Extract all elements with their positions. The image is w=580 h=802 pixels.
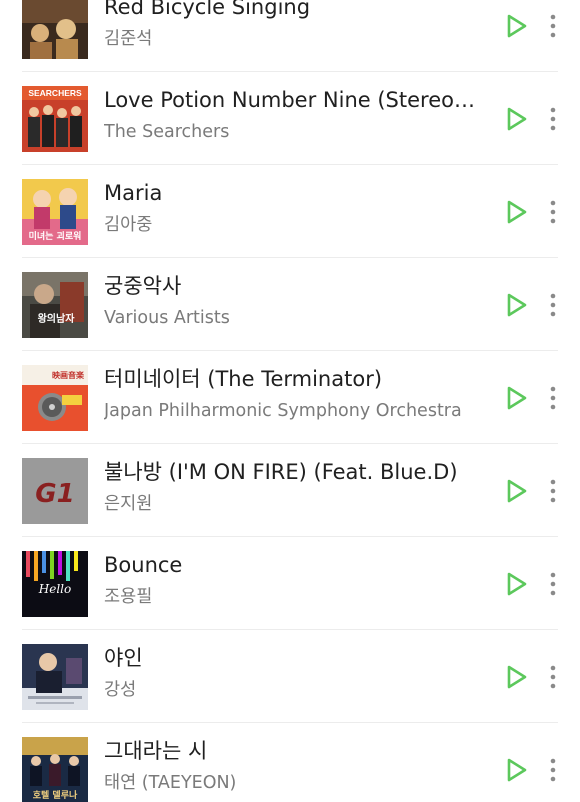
list-item[interactable]: Hello Bounce 조용필 [0,537,580,630]
album-cover [22,644,88,710]
play-icon[interactable] [503,13,529,39]
song-title: 터미네이터 (The Terminator) [104,367,383,391]
song-artist: 은지원 [104,494,153,514]
cover-art-text: 호텔 델루나 [33,789,78,801]
song-artist: 김아중 [104,215,153,235]
cover-art-text: 미녀는 괴로워 [29,230,82,242]
album-cover: G1 [22,458,88,524]
song-title: 불나방 (I'M ON FIRE) (Feat. Blue.D) [104,460,458,484]
more-options-icon[interactable] [544,199,562,225]
play-icon[interactable] [503,292,529,318]
play-icon[interactable] [503,385,529,411]
list-item[interactable]: 왕의남자 궁중악사 Various Artists [0,258,580,351]
song-title: Maria [104,181,163,205]
song-artist: 태연 (TAEYEON) [104,773,237,793]
song-artist: The Searchers [104,122,230,142]
more-options-icon[interactable] [544,664,562,690]
song-list: Red Bicycle Singing 김준석 SEARCHERS Love P… [0,0,580,802]
cover-art-text: 왕의남자 [38,312,76,325]
song-artist: 조용필 [104,587,153,607]
more-options-icon[interactable] [544,757,562,783]
list-item[interactable]: 야인 강성 [0,630,580,723]
list-item[interactable]: 映画音楽 터미네이터 (The Terminator) Japan Philha… [0,351,580,444]
play-icon[interactable] [503,106,529,132]
album-cover: Hello [22,551,88,617]
cover-art-text: SEARCHERS [28,88,82,98]
song-artist: Japan Philharmonic Symphony Orchestra [104,401,462,421]
song-artist: Various Artists [104,308,230,328]
cover-art-text: 映画音楽 [52,370,85,380]
album-cover: SEARCHERS [22,86,88,152]
song-title: 궁중악사 [104,274,182,298]
play-icon[interactable] [503,664,529,690]
list-item[interactable]: 미녀는 괴로워 Maria 김아중 [0,165,580,258]
list-item[interactable]: 호텔 델루나 그대라는 시 태연 (TAEYEON) [0,723,580,802]
song-title: Bounce [104,553,183,577]
list-item[interactable]: Red Bicycle Singing 김준석 [0,0,580,72]
song-title: Red Bicycle Singing [104,0,311,19]
album-cover: 미녀는 괴로워 [22,179,88,245]
more-options-icon[interactable] [544,385,562,411]
more-options-icon[interactable] [544,478,562,504]
play-icon[interactable] [503,199,529,225]
song-title: 그대라는 시 [104,739,208,763]
album-cover: 왕의남자 [22,272,88,338]
album-cover: 호텔 델루나 [22,737,88,802]
album-cover [22,0,88,59]
more-options-icon[interactable] [544,106,562,132]
song-artist: 김준석 [104,29,153,49]
more-options-icon[interactable] [544,13,562,39]
more-options-icon[interactable] [544,571,562,597]
play-icon[interactable] [503,478,529,504]
song-artist: 강성 [104,680,137,700]
album-cover: 映画音楽 [22,365,88,431]
cover-art-text: G1 [35,479,74,509]
song-title: 야인 [104,646,143,670]
play-icon[interactable] [503,757,529,783]
play-icon[interactable] [503,571,529,597]
more-options-icon[interactable] [544,292,562,318]
cover-art-text: Hello [38,582,71,596]
song-title: Love Potion Number Nine (Stereo… [104,88,475,112]
list-item[interactable]: SEARCHERS Love Potion Number Nine (Stere… [0,72,580,165]
list-item[interactable]: G1 불나방 (I'M ON FIRE) (Feat. Blue.D) 은지원 [0,444,580,537]
